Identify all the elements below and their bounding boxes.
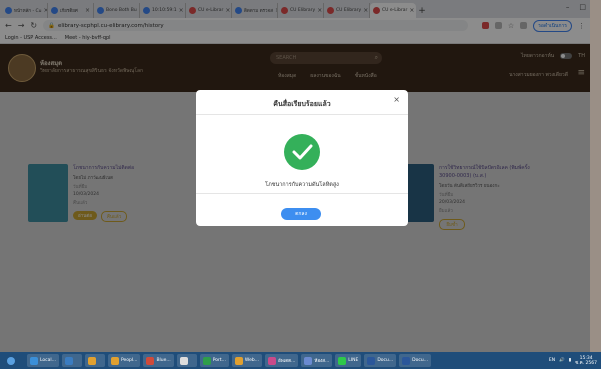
app-icon — [146, 356, 155, 365]
browser-window: หน้าหลัก - Cu× เกียรติยศ× Bono Both Bu× … — [0, 0, 590, 352]
volume-icon[interactable]: 🔊 — [559, 358, 565, 363]
app-icon — [304, 356, 313, 365]
ok-button[interactable]: ตกลง — [281, 208, 321, 220]
taskbar-item[interactable]: Docu... — [399, 354, 432, 367]
word-icon — [402, 356, 411, 365]
app-icon — [202, 356, 211, 365]
taskbar-item[interactable]: Blue... — [143, 354, 174, 367]
taskbar-item[interactable]: ห้องส... — [301, 354, 333, 367]
taskbar-item[interactable] — [61, 354, 82, 367]
network-icon[interactable]: ▮ — [569, 358, 571, 363]
app-icon — [268, 356, 277, 365]
modal-message: โภชนาการกับความดันโลหิตสูง — [265, 182, 339, 188]
taskbar-item[interactable]: LINE — [335, 354, 362, 367]
background-strip — [590, 0, 601, 352]
modal-title: คืนสื่อเรียบร้อยแล้ว — [273, 100, 331, 108]
taskbar-item[interactable] — [84, 354, 105, 367]
return-success-modal: คืนสื่อเรียบร้อยแล้ว × โภชนาการกับความดั… — [196, 90, 408, 226]
line-icon — [338, 356, 347, 365]
taskbar-item[interactable]: Local... — [27, 354, 59, 367]
system-tray: EN 🔊 ▮ 15:34 ซ.ค. 2567 — [549, 356, 601, 366]
chrome-icon — [234, 356, 243, 365]
taskbar-item[interactable]: Web... — [231, 354, 263, 367]
taskbar-item[interactable]: Peopl... — [107, 354, 141, 367]
check-circle-icon — [284, 134, 320, 170]
divider — [196, 114, 408, 115]
taskbar-item[interactable]: อัพเดต... — [265, 354, 299, 367]
windows-start-icon — [7, 356, 15, 365]
file-icon — [179, 356, 188, 365]
divider — [196, 193, 408, 194]
language-indicator[interactable]: EN — [549, 358, 555, 363]
media-icon — [64, 356, 73, 365]
ie-icon — [30, 356, 38, 365]
chrome-icon — [87, 356, 96, 365]
clock[interactable]: 15:34 ซ.ค. 2567 — [575, 356, 597, 366]
chrome-icon — [110, 356, 119, 365]
start-button[interactable] — [4, 354, 24, 367]
taskbar-item[interactable] — [176, 354, 197, 367]
word-icon — [367, 356, 376, 365]
taskbar: Local... Peopl... Blue... Port... Web...… — [0, 352, 601, 369]
taskbar-item[interactable]: Port... — [199, 354, 229, 367]
close-icon[interactable]: × — [393, 95, 400, 104]
taskbar-item[interactable]: Docu... — [364, 354, 397, 367]
